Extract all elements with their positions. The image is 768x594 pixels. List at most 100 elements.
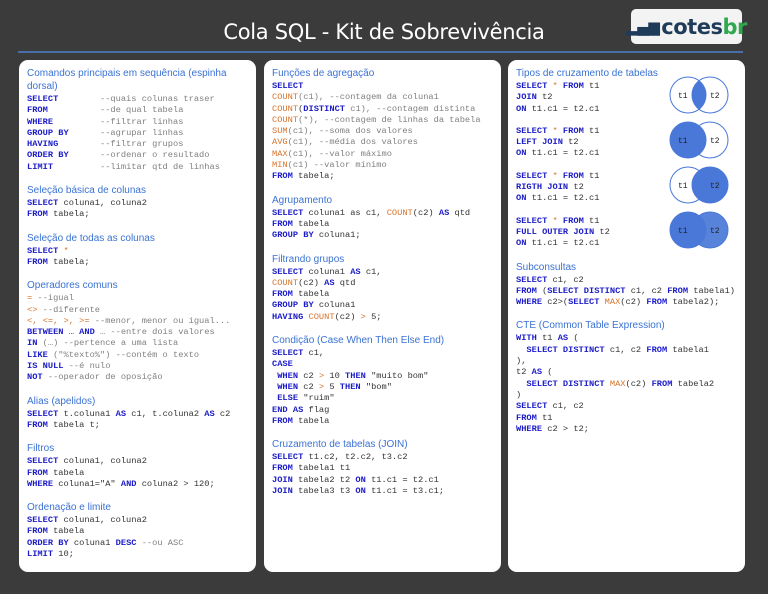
sql-keyword: SELECT [27, 198, 59, 209]
section-title: Filtrando grupos [272, 253, 345, 265]
sql-keyword: SELECT [516, 125, 548, 136]
code-line: LIMIT 10; [27, 549, 248, 560]
sql-keyword: SELECT [516, 401, 548, 412]
sql-keyword: FROM [27, 467, 48, 478]
sql-text: qtd [449, 207, 471, 218]
sql-keyword: SELECT [272, 266, 304, 277]
cheatsheet-section: Filtros SELECT coluna1, coluna2 FROM tabel… [27, 442, 248, 490]
sql-text: c2 [214, 408, 231, 419]
left-circle [669, 121, 707, 159]
sql-keyword: AS [531, 367, 543, 378]
cheatsheet-section: Filtrando grupos SELECT coluna1 AS c1, COU… [272, 253, 493, 323]
sql-keyword: IN [27, 338, 38, 349]
section-title: Seleção básica de colunas [27, 185, 146, 197]
sql-text: coluna1, coluna2 [58, 515, 147, 526]
sql-keyword: WHERE [27, 116, 54, 127]
sql-keyword: SELECT [272, 81, 304, 91]
sql-function: SUM [272, 126, 288, 137]
sql-keyword: AS [115, 408, 127, 419]
sql-keyword: SELECT [27, 408, 59, 419]
sql-keyword: WHERE [27, 478, 54, 489]
sql-keyword: WITH [516, 333, 537, 344]
sql-keyword: SELECT [27, 94, 59, 104]
sql-text: 10; [53, 549, 74, 560]
sql-comment: --ordenar o resultado [68, 150, 210, 161]
sql-text: tabela t; [47, 419, 100, 430]
sql-text: t2 [536, 92, 553, 103]
section-title: Subconsultas [516, 261, 577, 273]
code-line: t2 AS ( [516, 367, 737, 378]
sql-keyword: AS [350, 266, 361, 277]
sql-comment: ("%texto%") --contém o texto [47, 349, 200, 360]
sql-keyword: AND [120, 478, 137, 489]
sql-keyword: ON [355, 474, 366, 485]
sql-comment: (c1), --soma dos valores [287, 126, 413, 137]
sql-text: t2 [568, 182, 584, 193]
sql-keyword: FROM [27, 419, 48, 430]
sql-text: (c2) [625, 378, 652, 389]
venn-label-right: t2 [710, 137, 720, 146]
code-block: SELECT --quais colunas traser FROM --de q… [27, 94, 248, 173]
code-line: FROM t1 [516, 413, 737, 424]
code-line: SELECT coluna1 AS c1, [272, 267, 493, 278]
sql-function: <, <=, >, >= [27, 315, 90, 326]
cheatsheet-section: Comandos principais em sequência (espinh… [27, 67, 248, 173]
sql-text: c1, c2 [604, 344, 647, 355]
venn-label-left: t1 [678, 92, 688, 101]
sql-text: t1.c1 = t3.c1; [365, 486, 445, 497]
sql-text: tabela [292, 415, 330, 426]
code-line: SELECT c1, c2 [516, 275, 737, 286]
cheatsheet-section: Alias (apelidos) SELECT t.coluna1 AS c1, … [27, 395, 248, 432]
sql-keyword: SELECT [272, 452, 304, 463]
sql-text: "muito bom" [365, 370, 429, 381]
sql-keyword: SELECT [272, 348, 304, 359]
sql-keyword: ON [516, 148, 527, 159]
code-block: SELECT coluna1 as c1, COUNT(c2) AS qtd FR… [272, 208, 493, 242]
cheatsheet-section: Operadores comuns = --igual <> --diferente… [27, 279, 248, 383]
sql-text: c1, c2 [547, 274, 584, 285]
sql-keyword: SELECT [516, 170, 548, 181]
section-title: CTE (Common Table Expression) [516, 320, 665, 332]
sql-function: <> [27, 304, 38, 315]
sql-keyword: FROM [651, 378, 673, 389]
code-line: SELECT coluna1 as c1, COUNT(c2) AS qtd [272, 208, 493, 219]
sql-keyword: FROM [557, 125, 584, 136]
venn-label-right: t2 [710, 182, 720, 191]
code-line: FROM tabela [272, 289, 493, 300]
code-line: END AS flag [272, 405, 493, 416]
code-line: GROUP BY coluna1; [272, 230, 493, 241]
sql-text: c2 [298, 370, 319, 381]
sql-keyword: DESC [115, 537, 137, 548]
sql-text: t1 [583, 81, 600, 91]
sql-keyword: SELECT [568, 297, 600, 308]
sql-text: tabela; [292, 171, 335, 182]
code-line: MIN(c1) --valor mínimo [272, 160, 493, 171]
code-line: COUNT(DISTINCT c1), --contagem distinta [272, 104, 493, 115]
code-block: SELECT coluna1, coluna2 FROM tabela WHERE … [27, 456, 248, 490]
code-line: FROM tabela; [272, 171, 493, 182]
section-title: Funções de agregação [272, 68, 375, 79]
sql-function: MAX [604, 297, 621, 308]
venn-diagram-full-join: t1 t2 [669, 211, 729, 249]
sql-text: t1.c1 = t2.c1 [365, 474, 439, 485]
sql-keyword: FULL OUTER JOIN [516, 226, 595, 237]
sql-text: t1.c1 = t2.c1 [526, 148, 600, 159]
code-line: GROUP BY coluna1 [272, 300, 493, 311]
sql-comment: --ou ASC [136, 537, 184, 548]
code-line: LIMIT --limitar qtd de linhas [27, 162, 248, 173]
sql-keyword: JOIN [516, 92, 537, 103]
sql-function: MIN [272, 160, 288, 171]
code-line: = --igual [27, 293, 248, 304]
sql-text: 5 [324, 381, 340, 392]
sql-text: tabela2); [667, 297, 720, 308]
code-line: SELECT * [27, 246, 248, 257]
sql-keyword: ORDER BY [27, 150, 69, 161]
sql-keyword: LIMIT [27, 549, 54, 560]
sql-text: t1 [583, 170, 600, 181]
sql-function: COUNT [272, 92, 299, 103]
code-line: FROM tabela [27, 526, 248, 537]
sql-function: COUNT [386, 207, 413, 218]
sql-text: tabela [292, 289, 330, 300]
sql-text: ( [536, 285, 548, 296]
sql-text: coluna1="A" [53, 478, 121, 489]
